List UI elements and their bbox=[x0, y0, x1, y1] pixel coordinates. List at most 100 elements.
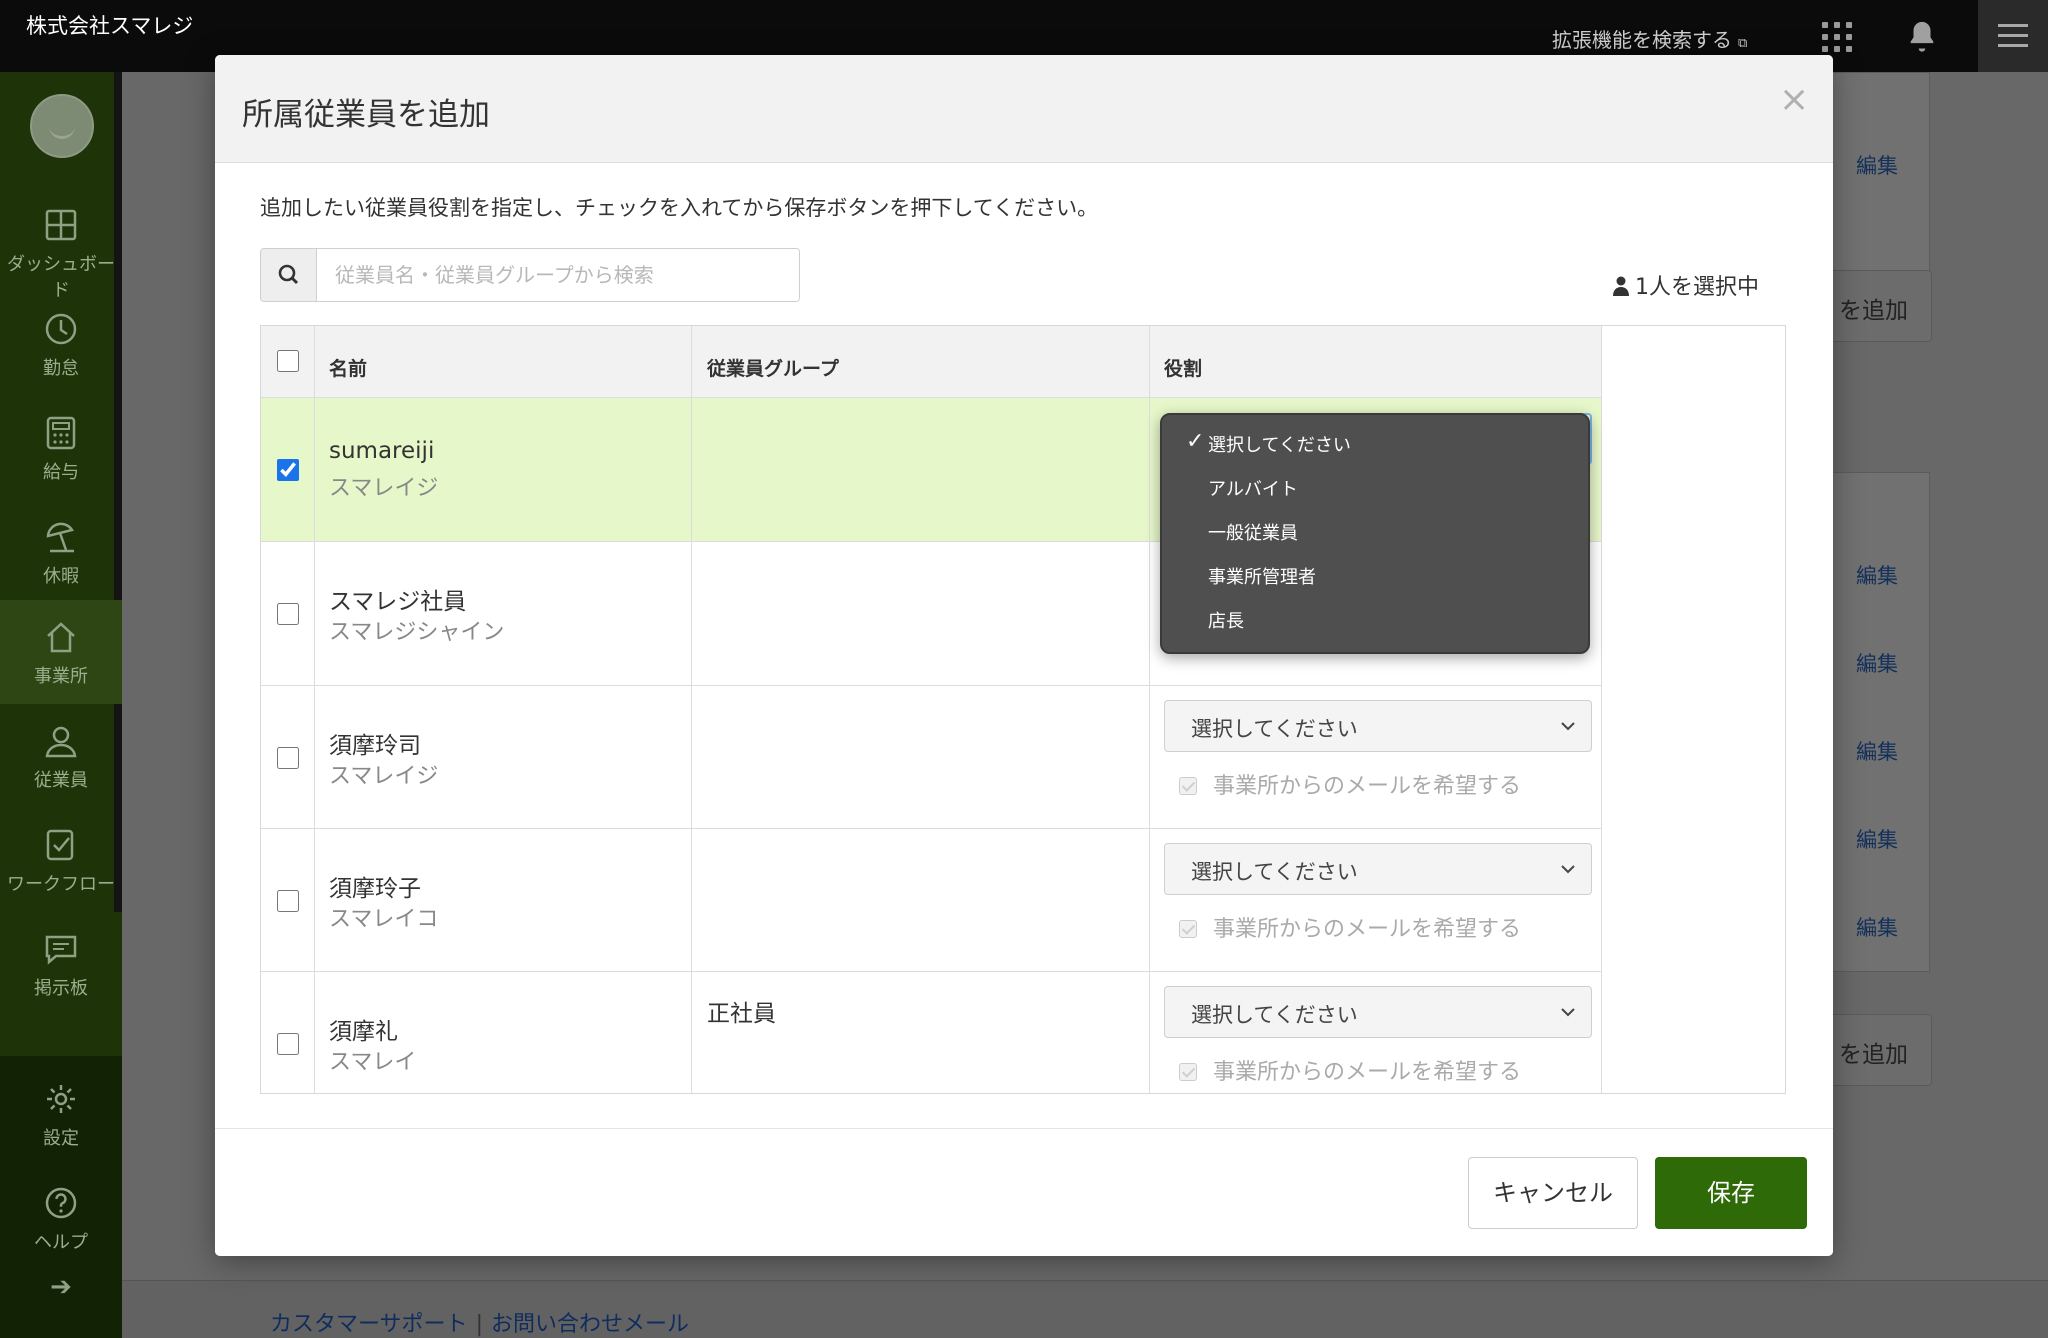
sidebar-item-employees[interactable]: 従業員 bbox=[0, 704, 122, 808]
employee-name: スマレジ社員 bbox=[329, 589, 467, 615]
employee-name: 須摩礼 bbox=[329, 1019, 398, 1045]
extension-search-label: 拡張機能を検索する bbox=[1552, 28, 1732, 52]
expand-sidebar-arrow-icon[interactable]: ➔ bbox=[0, 1272, 122, 1302]
employee-group: 正社員 bbox=[707, 1001, 776, 1027]
sidebar-item-settings[interactable]: 設定 bbox=[0, 1062, 122, 1166]
gear-icon bbox=[47, 1085, 75, 1113]
customer-support-link[interactable]: カスタマーサポート bbox=[270, 1312, 468, 1337]
mail-preference-label: 事業所からのメールを希望する bbox=[1213, 1060, 1522, 1085]
edit-link[interactable]: 編集 bbox=[1856, 150, 1898, 180]
disabled-checkbox-icon bbox=[1179, 777, 1197, 795]
column-group-header: 従業員グループ bbox=[707, 358, 839, 380]
sidebar-item-help[interactable]: ヘルプ bbox=[0, 1166, 122, 1270]
role-select[interactable]: 選択してください bbox=[1164, 843, 1592, 895]
table-header: 名前 従業員グループ 役割 bbox=[261, 326, 1602, 398]
search-box bbox=[260, 248, 800, 302]
mail-preference-checkbox: 事業所からのメールを希望する bbox=[1179, 768, 1521, 800]
calculator-icon bbox=[46, 416, 76, 450]
select-all-checkbox[interactable] bbox=[277, 350, 299, 372]
row-checkbox[interactable] bbox=[277, 603, 299, 625]
add-employee-modal: 所属従業員を追加 × 追加したい従業員役割を指定し、チェックを入れてから保存ボタ… bbox=[215, 55, 1833, 1256]
role-select[interactable]: 選択してください bbox=[1164, 986, 1592, 1038]
apps-grid-icon[interactable] bbox=[1822, 22, 1852, 52]
contact-mail-link[interactable]: お問い合わせメール bbox=[491, 1312, 689, 1337]
employee-name: 須摩玲子 bbox=[329, 876, 421, 902]
home-icon bbox=[47, 622, 75, 653]
sidebar-item-label: 勤怠 bbox=[43, 358, 79, 379]
sidebar-item-office[interactable]: 事業所 bbox=[0, 600, 122, 704]
employee-kana: スマレイジ bbox=[329, 764, 439, 789]
dropdown-option-store-manager[interactable]: 店長 bbox=[1208, 607, 1244, 633]
workflow-icon bbox=[46, 829, 74, 861]
modal-header: 所属従業員を追加 × bbox=[215, 55, 1833, 163]
selected-count-label: 1人を選択中 bbox=[1635, 275, 1759, 300]
sidebar-item-attendance[interactable]: 勤怠 bbox=[0, 292, 122, 396]
mail-preference-checkbox: 事業所からのメールを希望する bbox=[1179, 1054, 1521, 1086]
sidebar-item-dashboard[interactable]: ダッシュボード bbox=[0, 188, 122, 301]
sidebar-item-workflow[interactable]: ワークフロー bbox=[0, 808, 122, 912]
user-icon bbox=[1613, 276, 1629, 296]
row-checkbox[interactable] bbox=[277, 1033, 299, 1055]
instruction-text: 追加したい従業員役割を指定し、チェックを入れてから保存ボタンを押下してください。 bbox=[260, 196, 1099, 220]
avatar[interactable] bbox=[30, 94, 94, 158]
sidebar-item-label: 事業所 bbox=[34, 666, 88, 687]
table-row[interactable]: 須摩礼 スマレイ 正社員 選択してください 事業所からのメールを希望する bbox=[261, 972, 1602, 1093]
sidebar-item-label: 従業員 bbox=[34, 770, 88, 791]
mail-preference-label: 事業所からのメールを希望する bbox=[1213, 917, 1522, 942]
employee-kana: スマレイコ bbox=[329, 907, 439, 932]
edit-link[interactable]: 編集 bbox=[1856, 736, 1898, 766]
extension-search-link[interactable]: 拡張機能を検索する ⧉ bbox=[1552, 24, 1747, 53]
bell-icon[interactable] bbox=[1905, 18, 1939, 54]
edit-link[interactable]: 編集 bbox=[1856, 560, 1898, 590]
edit-link[interactable]: 編集 bbox=[1856, 648, 1898, 678]
message-board-icon bbox=[45, 935, 77, 965]
sidebar-item-label: 掲示板 bbox=[34, 978, 88, 999]
row-checkbox[interactable] bbox=[277, 890, 299, 912]
sidebar-item-label: ヘルプ bbox=[34, 1232, 88, 1253]
dropdown-option-label: 選択してください bbox=[1208, 435, 1351, 456]
dropdown-option-placeholder[interactable]: ✓ 選択してください bbox=[1186, 429, 1351, 457]
mail-preference-checkbox: 事業所からのメールを希望する bbox=[1179, 911, 1521, 943]
modal-title: 所属従業員を追加 bbox=[242, 97, 490, 133]
dropdown-option-general-employee[interactable]: 一般従業員 bbox=[1208, 519, 1298, 545]
edit-link[interactable]: 編集 bbox=[1856, 824, 1898, 854]
row-checkbox[interactable] bbox=[277, 459, 299, 481]
role-select-value: 選択してください bbox=[1191, 860, 1358, 884]
help-icon bbox=[45, 1187, 77, 1219]
sidebar-item-leave[interactable]: 休暇 bbox=[0, 500, 122, 604]
search-icon bbox=[261, 249, 317, 301]
sidebar-item-bulletin-board[interactable]: 掲示板 bbox=[0, 912, 122, 1016]
employee-name: 須摩玲司 bbox=[329, 733, 421, 759]
clock-icon bbox=[45, 313, 77, 345]
sidebar-item-label: 設定 bbox=[43, 1128, 79, 1149]
close-icon[interactable]: × bbox=[1779, 79, 1809, 120]
sidebar-item-label: 給与 bbox=[43, 462, 79, 483]
sidebar-item-payroll[interactable]: 給与 bbox=[0, 396, 122, 500]
column-name-header: 名前 bbox=[329, 358, 368, 380]
employee-kana: スマレイ bbox=[329, 1050, 417, 1075]
hamburger-menu-button[interactable] bbox=[1978, 0, 2048, 72]
table-row[interactable]: 須摩玲司 スマレイジ 選択してください 事業所からのメールを希望する bbox=[261, 686, 1602, 829]
edit-link[interactable]: 編集 bbox=[1856, 912, 1898, 942]
dropdown-option-office-manager[interactable]: 事業所管理者 bbox=[1208, 563, 1316, 589]
search-input[interactable] bbox=[317, 249, 799, 301]
checkmark-icon: ✓ bbox=[1186, 429, 1205, 454]
company-name: 株式会社スマレジ bbox=[26, 14, 194, 38]
table-row[interactable]: 須摩玲子 スマレイコ 選択してください 事業所からのメールを希望する bbox=[261, 829, 1602, 972]
chevron-down-icon bbox=[1561, 722, 1575, 731]
external-link-icon: ⧉ bbox=[1738, 36, 1748, 51]
mail-preference-label: 事業所からのメールを希望する bbox=[1213, 774, 1522, 799]
user-icon bbox=[45, 726, 77, 758]
beach-umbrella-icon bbox=[46, 522, 74, 553]
column-role-header: 役割 bbox=[1164, 358, 1203, 380]
sidebar-item-label: ワークフロー bbox=[7, 874, 115, 895]
role-select[interactable]: 選択してください bbox=[1164, 700, 1592, 752]
save-button[interactable]: 保存 bbox=[1655, 1157, 1807, 1229]
cancel-button[interactable]: キャンセル bbox=[1468, 1157, 1638, 1229]
employee-kana: スマレジシャイン bbox=[329, 620, 505, 645]
dashboard-icon bbox=[45, 209, 77, 241]
row-checkbox[interactable] bbox=[277, 747, 299, 769]
disabled-checkbox-icon bbox=[1179, 920, 1197, 938]
role-dropdown-menu[interactable]: ✓ 選択してください アルバイト 一般従業員 事業所管理者 店長 bbox=[1160, 413, 1590, 654]
dropdown-option-part-time[interactable]: アルバイト bbox=[1208, 475, 1298, 501]
